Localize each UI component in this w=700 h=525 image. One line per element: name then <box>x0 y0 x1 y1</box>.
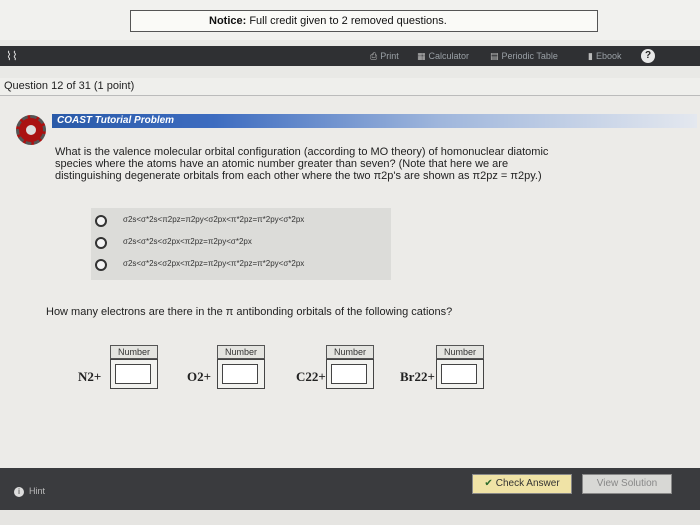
notice-banner: Notice: Full credit given to 2 removed q… <box>130 10 598 32</box>
help-button[interactable]: ? <box>641 49 655 63</box>
species-label: N2+ <box>78 369 102 384</box>
view-solution-label: View Solution <box>596 478 658 489</box>
answer-choices: σ2s<σ*2s<π2pz=π2py<σ2px<π*2pz=π*2py<σ*2p… <box>91 208 391 280</box>
number-input-o2[interactable] <box>222 364 258 384</box>
top-toolbar: ⌇⌇ ⎙ Print ▦ Calculator ▤ Periodic Table ▮ E… <box>0 46 700 66</box>
number-box <box>110 359 158 389</box>
check-answer-label: Check Answer <box>495 478 560 489</box>
prompt-line: What is the valence molecular orbital co… <box>55 146 549 158</box>
gear-icon <box>16 115 46 145</box>
radio-button[interactable] <box>95 259 107 271</box>
calculator-label: Calculator <box>428 51 470 61</box>
periodic-table-button[interactable]: ▤ Periodic Table <box>490 49 558 63</box>
ebook-icon: ▮ <box>588 51 593 61</box>
species-label: C22+ <box>296 369 326 384</box>
number-box <box>436 359 484 389</box>
radio-button[interactable] <box>95 237 107 249</box>
choice-option-1[interactable]: σ2s<σ*2s<π2pz=π2py<σ2px<π*2pz=π*2py<σ*2p… <box>95 212 385 232</box>
question-content: COAST Tutorial Problem What is the valen… <box>0 96 700 468</box>
prompt-line: distinguishing degenerate orbitals from … <box>55 170 542 182</box>
page-footer <box>0 510 700 525</box>
choice-text: σ2s<σ*2s<σ2px<π2pz=π2py<π*2pz=π*2py<σ*2p… <box>123 259 305 268</box>
choice-text: σ2s<σ*2s<σ2px<π2pz=π2py<σ*2px <box>123 237 252 246</box>
choice-option-3[interactable]: σ2s<σ*2s<σ2px<π2pz=π2py<π*2pz=π*2py<σ*2p… <box>95 256 385 276</box>
question-header: Question 12 of 31 (1 point) <box>0 78 700 96</box>
number-input-c2[interactable] <box>331 364 367 384</box>
radio-button[interactable] <box>95 215 107 227</box>
choice-option-2[interactable]: σ2s<σ*2s<σ2px<π2pz=π2py<σ*2px <box>95 234 385 254</box>
number-group-br2: Br22+ Number <box>400 339 540 399</box>
question-two-text: How many electrons are there in the π an… <box>46 306 453 318</box>
notice-message: Full credit given to 2 removed questions… <box>246 15 447 27</box>
number-label: Number <box>110 345 158 359</box>
number-label: Number <box>436 345 484 359</box>
hint-button[interactable]: i Hint <box>14 486 45 497</box>
notice-label: Notice: <box>209 15 247 27</box>
ebook-label: Ebook <box>595 51 622 61</box>
calculator-icon: ▦ <box>417 51 426 61</box>
number-label: Number <box>326 345 374 359</box>
question-prompt: What is the valence molecular orbital co… <box>55 146 615 182</box>
check-answer-button[interactable]: ✔ Check Answer <box>472 474 572 494</box>
hint-label: Hint <box>29 486 46 496</box>
question-title: Question 12 of 31 (1 point) <box>4 80 135 92</box>
info-icon: i <box>14 487 24 497</box>
number-box <box>217 359 265 389</box>
species-label: Br22+ <box>400 369 435 384</box>
bottom-action-bar: i Hint ✔ Check Answer View Solution <box>0 468 700 510</box>
logo-icon: ⌇⌇ <box>6 49 18 63</box>
tutorial-banner: COAST Tutorial Problem <box>52 114 697 128</box>
number-input-n2[interactable] <box>115 364 151 384</box>
notice-area: Notice: Full credit given to 2 removed q… <box>0 0 700 40</box>
print-label: Print <box>380 51 399 61</box>
species-label: O2+ <box>187 369 212 384</box>
view-solution-button[interactable]: View Solution <box>582 474 672 494</box>
number-input-br2[interactable] <box>441 364 477 384</box>
checkmark-icon: ✔ <box>484 478 493 489</box>
prompt-line: species where the atoms have an atomic n… <box>55 158 509 170</box>
periodic-table-icon: ▤ <box>490 51 499 61</box>
number-box <box>326 359 374 389</box>
tutorial-banner-label: COAST Tutorial Problem <box>57 115 175 126</box>
print-icon: ⎙ <box>370 51 378 61</box>
print-button[interactable]: ⎙ Print <box>370 49 399 63</box>
ebook-button[interactable]: ▮ Ebook <box>588 49 621 63</box>
choice-text: σ2s<σ*2s<π2pz=π2py<σ2px<π*2pz=π*2py<σ*2p… <box>123 215 305 224</box>
number-label: Number <box>217 345 265 359</box>
calculator-button[interactable]: ▦ Calculator <box>417 49 469 63</box>
periodic-table-label: Periodic Table <box>501 51 558 61</box>
